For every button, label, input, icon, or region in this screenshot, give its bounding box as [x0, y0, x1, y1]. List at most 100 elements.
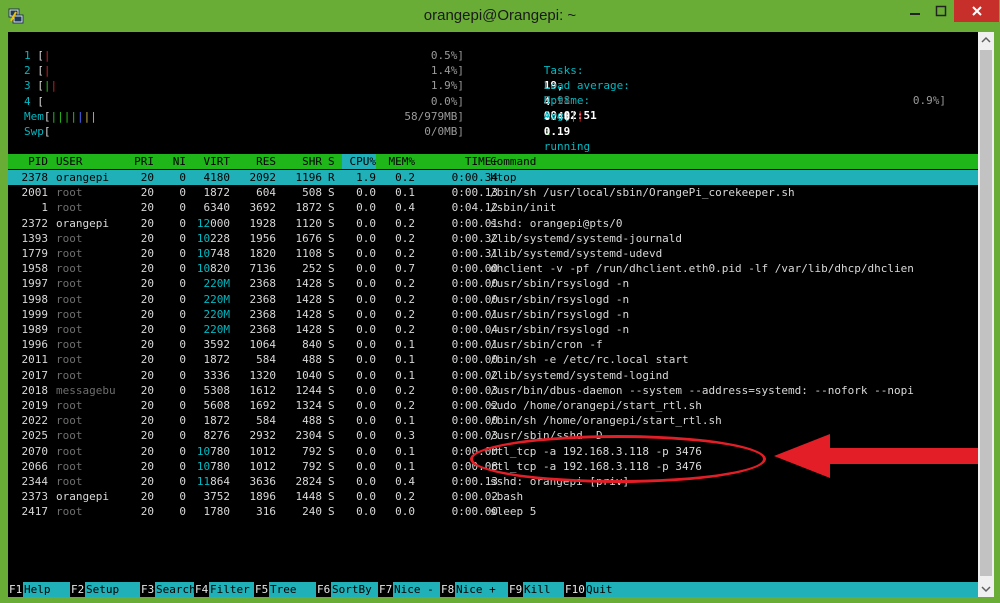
table-row[interactable]: 2417 root 20 0 1780 316 240 S 0.0 0.0 0:00.00 sleep… [8, 504, 978, 519]
cell-time: 0:00.00 [451, 277, 498, 291]
title-bar[interactable]: orangepi@Orangepi: ~ [0, 0, 1000, 32]
table-row[interactable]: 1996 root 20 0 3592 1064 840 S 0.0 0.1 0:00.01/usr… [8, 337, 978, 352]
cell-virt: 12000 [196, 216, 230, 230]
fkey-f7[interactable]: F7 [378, 582, 394, 597]
header-command[interactable]: Command [490, 154, 978, 169]
close-button[interactable] [954, 0, 999, 22]
fkey-label-f5[interactable]: Tree [270, 582, 297, 597]
table-row[interactable]: 2344 root 20 0 11864 3636 2824 S 0.0 0.4 0:00.13 ss… [8, 474, 978, 489]
header-pri[interactable]: PRI [120, 154, 154, 169]
fkey-label-f7[interactable]: Nice - [394, 582, 434, 597]
table-row[interactable]: 2372 orangepi 20 0 12000 1928 1120 S 0.0 0.2 0:00.… [8, 216, 978, 231]
fkey-label-f8[interactable]: Nice + [456, 582, 496, 597]
window-title: orangepi@Orangepi: ~ [423, 7, 577, 24]
header-res[interactable]: RES [232, 154, 276, 169]
cell-res: 604 [256, 186, 276, 200]
table-row[interactable]: 1997 root 20 0 220M 2368 1428 S 0.0 0.2 0:00.00/us… [8, 276, 978, 291]
cell-pid: 2373 [21, 490, 49, 504]
maximize-button[interactable] [928, 0, 954, 22]
table-row[interactable]: 2011 root 20 0 1872 584 488 S 0.0 0.1 0:00.00/bin/… [8, 352, 978, 367]
header-time[interactable]: TIME+ [422, 154, 498, 169]
swap-meter: Swp[0/0MB] [24, 125, 464, 138]
cell-cpu: 0.0 [356, 475, 376, 488]
fkey-label-f4[interactable]: Filter [210, 582, 250, 597]
cell-mem: 0.1 [395, 444, 415, 458]
swap-meter-label: Swp [24, 125, 44, 138]
memory-meter: Mem[||||||| 58/979MB] [24, 109, 464, 123]
cell-mem: 0.2 [395, 292, 415, 306]
fkey-f10[interactable]: F10 [564, 582, 586, 597]
cell-pid: 1958 [21, 262, 49, 276]
cell-res: 3636 [249, 475, 277, 488]
header-mem[interactable]: MEM% [382, 154, 416, 169]
table-row[interactable]: 1779 root 20 0 10748 1820 1108 S 0.0 0.2 0:00.31/l… [8, 246, 978, 261]
table-row[interactable]: 2066 root 20 0 10780 1012 792 S 0.0 0.1 0:00.08 rtl… [8, 459, 978, 474]
fkey-f5[interactable]: F5 [254, 582, 270, 597]
cell-ni: 0 [179, 490, 186, 504]
table-row[interactable]: 1989 root 20 0 220M 2368 1428 S 0.0 0.2 0:00.04/us… [8, 322, 978, 337]
cell-shr: 1428 [295, 292, 323, 306]
fkey-label-f10[interactable]: Quit [586, 582, 613, 597]
fkey-label-f2[interactable]: Setup [86, 582, 119, 597]
fkey-f8[interactable]: F8 [440, 582, 456, 597]
cell-res: 2368 [249, 292, 277, 306]
header-ni[interactable]: NI [158, 154, 186, 169]
table-row[interactable]: 2022 root 20 0 1872 584 488 S 0.0 0.1 0:00.00/bin/… [8, 413, 978, 428]
table-row[interactable]: 2373 orangepi 20 0 3752 1896 1448 S 0.0 0.2 0:00.0… [8, 489, 978, 504]
table-row[interactable]: 1999 root 20 0 220M 2368 1428 S 0.0 0.2 0:00.01/us… [8, 307, 978, 322]
fkey-f1[interactable]: F1 [8, 582, 24, 597]
table-row[interactable]: 2018 messagebu 20 0 5308 1612 1244 S 0.0 0.2 0:00.… [8, 383, 978, 398]
cell-command: sudo /home/orangepi/start_rtl.sh [490, 399, 702, 412]
fkey-f3[interactable]: F3 [140, 582, 156, 597]
table-row[interactable]: 2001 root 20 0 1872 604 508 S 0.0 0.1 0:00.13/bin/… [8, 185, 978, 200]
header-shr[interactable]: SHR [278, 154, 322, 169]
header-state[interactable]: S [328, 154, 338, 169]
fkey-f6[interactable]: F6 [316, 582, 332, 597]
table-row[interactable]: 1958 root 20 0 10820 7136 252 S 0.0 0.7 0:00.00 dhc… [8, 261, 978, 276]
fkey-label-f6[interactable]: SortBy [332, 582, 372, 597]
cell-virt: 3592 [203, 338, 231, 352]
cell-virt: 5608 [203, 399, 231, 412]
header-pid[interactable]: PID [8, 154, 48, 169]
table-row[interactable]: 1998 root 20 0 220M 2368 1428 S 0.0 0.2 0:00.00/us… [8, 292, 978, 307]
cell-ni: 0 [179, 201, 186, 215]
cell-command: /usr/sbin/rsyslogd -n [490, 307, 630, 321]
fkey-label-f9[interactable]: Kill [524, 582, 551, 597]
process-table-header[interactable]: PID USER PRI NI VIRT RES SHR S CPU% MEM%… [8, 154, 978, 170]
header-virt[interactable]: VIRT [186, 154, 231, 169]
cell-shr: 1040 [295, 368, 323, 382]
table-row[interactable]: 2378 orangepi 20 0 4180 2092 1196 R 1.9 0.2 0:00.3… [8, 170, 978, 185]
cell-pid: 1999 [21, 307, 49, 321]
table-row[interactable]: 2070 root 20 0 10780 1012 792 S 0.0 0.1 0:00.00 rtl… [8, 444, 978, 459]
terminal-screen[interactable]: 1 [| 0.5%] 2 [| 1.4%] 3 [|| 1.9%] 4 [0.0%] Mem[… [8, 32, 978, 597]
minimize-button[interactable] [902, 0, 928, 22]
fkey-f2[interactable]: F2 [70, 582, 86, 597]
scroll-thumb[interactable] [980, 50, 992, 576]
header-cpu[interactable]: CPU% [342, 154, 376, 170]
cell-pid: 2417 [21, 505, 49, 519]
cell-pid: 1393 [21, 231, 49, 245]
fkey-label-f1[interactable]: Help [24, 582, 51, 597]
cell-shr: 1324 [295, 399, 323, 412]
cell-shr: 488 [302, 353, 322, 367]
fkey-f4[interactable]: F4 [194, 582, 210, 597]
cell-pri: 20 [140, 201, 154, 215]
table-row[interactable]: 2017 root 20 0 3336 1320 1040 S 0.0 0.1 0:00.02/li… [8, 368, 978, 383]
scroll-down-icon[interactable] [978, 581, 994, 597]
vertical-scrollbar[interactable] [978, 32, 994, 597]
cell-command: sleep 5 [490, 505, 537, 519]
table-row[interactable]: 2025 root 20 0 8276 2932 2304 S 0.0 0.3 0:00.03/us… [8, 428, 978, 443]
cell-mem: 0.1 [395, 414, 415, 428]
cell-s: S [328, 292, 335, 306]
uptime-line: Uptime: 00:02:51 [504, 78, 597, 122]
table-row[interactable]: 1393 root 20 0 10228 1956 1676 S 0.0 0.2 0:00.32/l… [8, 231, 978, 246]
cell-shr: 1120 [295, 216, 323, 230]
cell-cpu: 0.0 [356, 353, 376, 367]
fkey-f9[interactable]: F9 [508, 582, 524, 597]
fkey-label-f3[interactable]: Search [156, 582, 196, 597]
cell-virt: 220M [203, 292, 231, 306]
scroll-up-icon[interactable] [978, 32, 994, 48]
cell-shr: 1676 [295, 231, 323, 245]
table-row[interactable]: 1 root 20 0 6340 3692 1872 S 0.0 0.4 0:04.12/sbin/… [8, 200, 978, 215]
table-row[interactable]: 2019 root 20 0 5608 1692 1324 S 0.0 0.2 0:00.02 sud… [8, 398, 978, 413]
